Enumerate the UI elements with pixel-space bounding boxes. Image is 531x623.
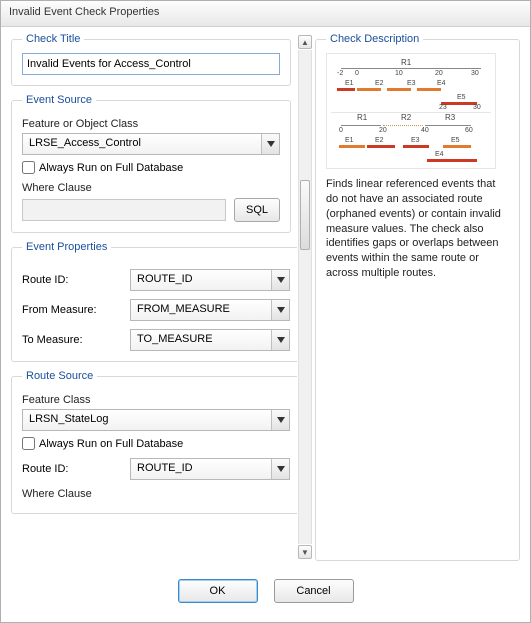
chevron-down-icon[interactable]	[261, 134, 279, 154]
event-source-feature-combo[interactable]: LRSE_Access_Control	[22, 133, 280, 155]
route-id-label: Route ID:	[22, 274, 122, 286]
event-source-where-label: Where Clause	[22, 182, 280, 194]
description-diagram: R1 -2 0 10 20 30 E1 E2 E3 E4 E5	[326, 53, 496, 169]
to-measure-value: TO_MEASURE	[131, 330, 271, 350]
check-description-legend: Check Description	[326, 33, 423, 45]
route-source-feature-label: Feature Class	[22, 394, 290, 406]
scroll-up-icon[interactable]: ▲	[298, 35, 312, 49]
route-source-always-run-row[interactable]: Always Run on Full Database	[22, 437, 290, 450]
route-source-always-run-checkbox[interactable]	[22, 437, 35, 450]
event-source-always-run-checkbox[interactable]	[22, 161, 35, 174]
chevron-down-icon[interactable]	[271, 270, 289, 290]
scroll-down-icon[interactable]: ▼	[298, 545, 312, 559]
ok-button[interactable]: OK	[178, 579, 258, 603]
route-source-route-id-combo[interactable]: ROUTE_ID	[130, 458, 290, 480]
chevron-down-icon[interactable]	[271, 330, 289, 350]
diagram-bottom: R1 R2 R3 0 20 40 60 E1 E2 E3 E5	[331, 112, 491, 164]
route-source-legend: Route Source	[22, 370, 97, 382]
route-source-group: Route Source Feature Class LRSN_StateLog…	[11, 370, 297, 514]
left-pane: Check Title Event Source Feature or Obje…	[1, 27, 297, 567]
window-titlebar: Invalid Event Check Properties	[1, 1, 530, 27]
event-source-feature-label: Feature or Object Class	[22, 118, 280, 130]
to-measure-combo[interactable]: TO_MEASURE	[130, 329, 290, 351]
diagram-top: R1 -2 0 10 20 30 E1 E2 E3 E4 E5	[331, 58, 491, 108]
route-source-route-id-value: ROUTE_ID	[131, 459, 271, 479]
chevron-down-icon[interactable]	[271, 459, 289, 479]
route-id-combo[interactable]: ROUTE_ID	[130, 269, 290, 291]
scroll-track[interactable]	[298, 50, 312, 544]
event-source-always-run-row[interactable]: Always Run on Full Database	[22, 161, 280, 174]
event-source-where-input[interactable]	[22, 199, 226, 221]
description-text: Finds linear referenced events that do n…	[326, 177, 509, 281]
event-properties-group: Event Properties Route ID: ROUTE_ID From…	[11, 241, 297, 362]
right-pane: Check Description R1 -2 0 10 20 30 E1 E2…	[313, 27, 530, 567]
route-source-where-label: Where Clause	[22, 488, 290, 500]
route-source-route-id-label: Route ID:	[22, 463, 122, 475]
route-source-feature-combo[interactable]: LRSN_StateLog	[22, 409, 290, 431]
chevron-down-icon[interactable]	[271, 300, 289, 320]
dialog-buttons: OK Cancel	[1, 567, 530, 615]
check-title-legend: Check Title	[22, 33, 84, 45]
sql-button[interactable]: SQL	[234, 198, 280, 222]
to-measure-label: To Measure:	[22, 334, 122, 346]
scrollbar[interactable]: ▲ ▼	[297, 27, 313, 567]
event-source-always-run-label: Always Run on Full Database	[39, 162, 183, 174]
check-title-group: Check Title	[11, 33, 291, 86]
route-source-feature-value: LRSN_StateLog	[23, 410, 271, 430]
event-source-legend: Event Source	[22, 94, 96, 106]
event-properties-legend: Event Properties	[22, 241, 111, 253]
dialog-content: Check Title Event Source Feature or Obje…	[1, 27, 530, 567]
route-source-always-run-label: Always Run on Full Database	[39, 438, 183, 450]
from-measure-label: From Measure:	[22, 304, 122, 316]
from-measure-combo[interactable]: FROM_MEASURE	[130, 299, 290, 321]
check-title-input[interactable]	[22, 53, 280, 75]
check-description-group: Check Description R1 -2 0 10 20 30 E1 E2…	[315, 33, 520, 561]
chevron-down-icon[interactable]	[271, 410, 289, 430]
event-source-feature-value: LRSE_Access_Control	[23, 134, 261, 154]
scroll-thumb[interactable]	[300, 180, 310, 250]
event-source-group: Event Source Feature or Object Class LRS…	[11, 94, 291, 233]
from-measure-value: FROM_MEASURE	[131, 300, 271, 320]
window-title: Invalid Event Check Properties	[9, 6, 159, 18]
cancel-button[interactable]: Cancel	[274, 579, 354, 603]
route-id-value: ROUTE_ID	[131, 270, 271, 290]
